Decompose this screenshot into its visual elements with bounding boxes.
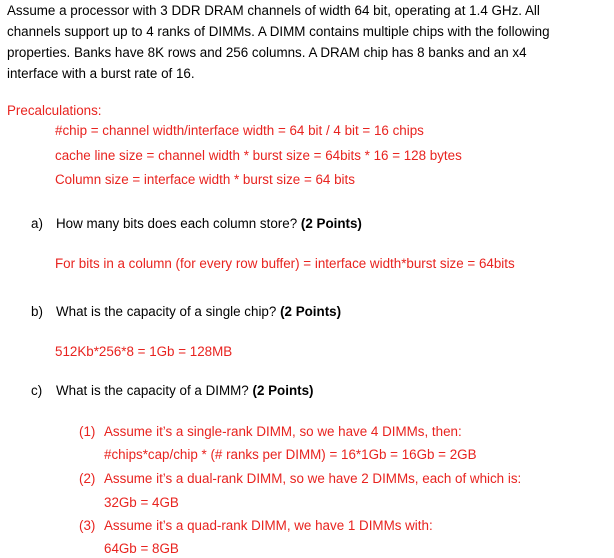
question-b-text: What is the capacity of a single chip? <box>56 304 277 319</box>
intro-line-1: Assume a processor with 3 DDR DRAM chann… <box>7 3 540 18</box>
answer-c-1-line1: Assume it’s a single-rank DIMM, so we ha… <box>104 424 462 439</box>
answer-b: 512Kb*256*8 = 1Gb = 128MB <box>55 344 233 359</box>
answer-c-3-line2: 64Gb = 8GB <box>104 541 179 556</box>
question-c-text: What is the capacity of a DIMM? <box>56 383 249 398</box>
answer-c-3: (3) Assume it’s a quad-rank DIMM, we have… <box>79 518 433 534</box>
precalc-heading: Precalculations: <box>7 103 102 118</box>
question-c-points: (2 Points) <box>252 383 314 398</box>
answer-c-1-line2: #chips*cap/chip * (# ranks per DIMM) = 1… <box>104 447 477 462</box>
intro-line-4: interface with a burst rate of 16. <box>7 66 195 81</box>
answer-c-2: (2) Assume it’s a dual-rank DIMM, so we h… <box>79 471 521 487</box>
answer-c-3-line1: Assume it’s a quad-rank DIMM, we have 1 … <box>104 518 433 533</box>
precalc-chip: #chip = channel width/interface width = … <box>55 123 424 138</box>
answer-c-3-num: (3) <box>79 518 96 533</box>
answer-c-2-num: (2) <box>79 471 96 486</box>
question-c: c) What is the capacity of a DIMM? (2 Poi… <box>31 383 314 399</box>
question-a-marker: a) <box>31 216 43 231</box>
question-b: b) What is the capacity of a single chip?… <box>31 304 341 320</box>
question-a: a) How many bits does each column store? … <box>31 216 362 232</box>
intro-line-3: properties. Banks have 8K rows and 256 c… <box>7 45 527 60</box>
precalc-cacheline: cache line size = channel width * burst … <box>55 148 462 163</box>
question-b-marker: b) <box>31 304 43 319</box>
answer-c-2-line1: Assume it’s a dual-rank DIMM, so we have… <box>104 471 522 486</box>
precalc-column: Column size = interface width * burst si… <box>55 172 355 187</box>
answer-a: For bits in a column (for every row buff… <box>55 256 515 271</box>
answer-c-1-num: (1) <box>79 424 96 439</box>
answer-c-1: (1) Assume it’s a single-rank DIMM, so we… <box>79 424 462 440</box>
answer-c-2-line2: 32Gb = 4GB <box>104 495 179 510</box>
question-a-points: (2 Points) <box>300 216 362 231</box>
question-c-marker: c) <box>31 383 43 398</box>
question-a-text: How many bits does each column store? <box>56 216 298 231</box>
intro-line-2: channels support up to 4 ranks of DIMMs.… <box>7 24 550 39</box>
question-b-points: (2 Points) <box>280 304 342 319</box>
